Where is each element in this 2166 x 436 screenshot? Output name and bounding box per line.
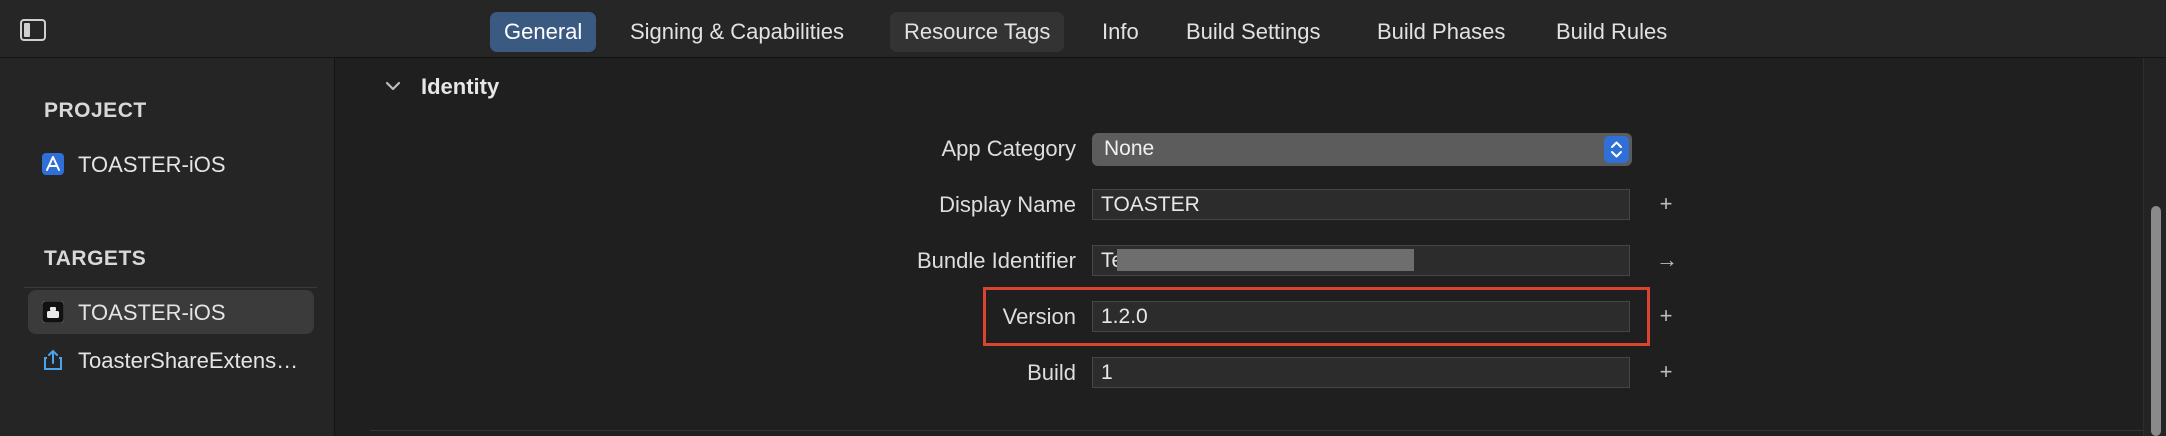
sidebar-divider [24,287,317,288]
share-extension-icon [44,349,62,370]
bundle-identifier-arrow-button[interactable]: → [1656,247,1678,273]
app-category-select[interactable]: None [1092,133,1632,166]
sidebar-item-project-toaster-ios[interactable]: TOASTER-iOS [28,142,314,186]
display-name-field[interactable]: TOASTER [1092,189,1630,220]
tab-build-rules[interactable]: Build Rules [1542,12,1681,52]
version-highlight-box [983,287,1650,346]
select-arrows-icon [1604,136,1629,163]
app-category-value: None [1104,137,1155,160]
sidebar-item-target-share-extension[interactable]: ToasterShareExtens… [28,338,314,382]
app-category-label: App Category [941,136,1076,161]
sidebar-item-target-toaster-ios[interactable]: TOASTER-iOS [28,290,314,334]
project-app-icon [42,153,64,175]
project-section-header: PROJECT [44,99,147,122]
vertical-scrollbar[interactable] [2143,58,2166,436]
project-navigator: PROJECT TOASTER-iOS TARGETS TOASTER-iOS … [0,58,335,436]
tab-resource-tags[interactable]: Resource Tags [890,12,1065,52]
tab-build-phases[interactable]: Build Phases [1363,12,1519,52]
tab-build-settings[interactable]: Build Settings [1172,12,1335,52]
add-display-name-button[interactable]: + [1656,191,1676,217]
chevron-down-icon[interactable] [384,78,402,94]
sidebar-toggle-icon[interactable] [20,19,46,41]
app-target-icon [42,301,64,323]
sidebar-item-label: TOASTER-iOS [78,300,226,325]
identity-section-title: Identity [421,74,500,99]
build-label: Build [1027,360,1076,385]
add-version-button[interactable]: + [1656,303,1676,329]
section-divider [370,430,2143,431]
build-field[interactable]: 1 [1092,357,1630,388]
editor-toolbar: General Signing & Capabilities Resource … [0,0,2166,58]
targets-section-header: TARGETS [44,247,147,270]
tab-info[interactable]: Info [1088,12,1153,52]
redaction-overlay [1117,249,1414,271]
sidebar-item-label: ToasterShareExtens… [78,348,299,373]
tab-general[interactable]: General [490,12,597,52]
sidebar-item-label: TOASTER-iOS [78,152,226,177]
scrollbar-thumb[interactable] [2151,206,2161,436]
add-build-button[interactable]: + [1656,359,1676,385]
bundle-identifier-label: Bundle Identifier [917,248,1076,273]
tab-signing-capabilities[interactable]: Signing & Capabilities [616,12,858,52]
display-name-label: Display Name [939,192,1076,217]
